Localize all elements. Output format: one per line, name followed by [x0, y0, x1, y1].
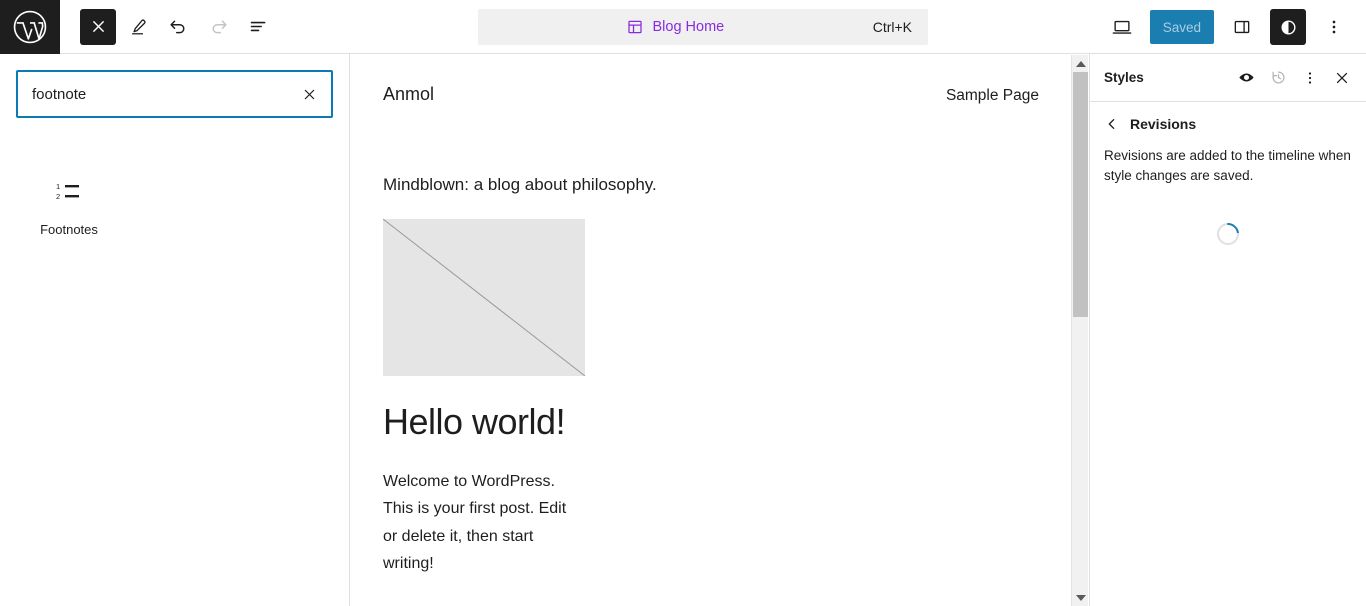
- svg-text:2: 2: [56, 192, 60, 201]
- toolbar-left-group: [60, 8, 276, 45]
- document-overview-icon[interactable]: [240, 9, 276, 45]
- contrast-styles-icon[interactable]: [1270, 9, 1306, 45]
- revisions-section-title: Revisions: [1130, 116, 1197, 132]
- search-input[interactable]: [18, 72, 331, 116]
- chevron-left-icon: [1104, 116, 1120, 132]
- command-center-label-group: Blog Home: [478, 18, 873, 36]
- post-body-text[interactable]: Welcome to WordPress. This is your first…: [383, 468, 583, 578]
- block-inserter-panel: 1 2 Footnotes: [0, 54, 350, 606]
- sidebar-panel-icon[interactable]: [1224, 9, 1260, 45]
- toolbar-right-group: Saved: [1104, 0, 1352, 54]
- desktop-view-icon[interactable]: [1104, 9, 1140, 45]
- broken-image-placeholder[interactable]: [383, 219, 585, 376]
- scrollbar-thumb[interactable]: [1073, 72, 1088, 317]
- command-center-title: Blog Home: [652, 19, 725, 35]
- block-item-footnotes[interactable]: 1 2 Footnotes: [16, 166, 122, 247]
- canvas-scrollbar[interactable]: [1071, 55, 1088, 606]
- loading-spinner-icon: [1090, 218, 1366, 249]
- wordpress-logo-icon[interactable]: [0, 0, 60, 54]
- ordered-list-icon: 1 2: [51, 174, 87, 210]
- eye-style-book-icon[interactable]: [1230, 62, 1262, 94]
- styles-sidebar: Styles Revisions Revisions are added to …: [1089, 54, 1366, 606]
- scroll-down-arrow-icon[interactable]: [1072, 589, 1089, 606]
- site-title[interactable]: Anmol: [383, 84, 434, 105]
- styles-panel-header: Styles: [1090, 54, 1366, 102]
- command-center-button[interactable]: Blog Home Ctrl+K: [478, 9, 928, 45]
- undo-icon[interactable]: [160, 9, 196, 45]
- redo-icon[interactable]: [200, 9, 236, 45]
- save-button[interactable]: Saved: [1149, 10, 1214, 44]
- revisions-back-header[interactable]: Revisions: [1090, 102, 1366, 138]
- post-block: Hello world! Welcome to WordPress. This …: [351, 195, 1071, 578]
- pencil-edit-icon[interactable]: [120, 9, 156, 45]
- editor-top-toolbar: Blog Home Ctrl+K Saved: [0, 0, 1366, 54]
- styles-panel-title: Styles: [1104, 70, 1144, 85]
- inserter-results: 1 2 Footnotes: [0, 118, 349, 247]
- revisions-description: Revisions are added to the timeline when…: [1104, 148, 1351, 184]
- revisions-history-icon[interactable]: [1262, 62, 1294, 94]
- command-center-shortcut: Ctrl+K: [872, 19, 912, 35]
- svg-text:1: 1: [56, 182, 60, 191]
- wordpress-site-editor: Blog Home Ctrl+K Saved footnote 1 2 Foot…: [0, 0, 1366, 606]
- three-dots-vertical-icon[interactable]: [1294, 62, 1326, 94]
- nav-item-sample-page[interactable]: Sample Page: [946, 87, 1039, 105]
- block-item-label: Footnotes: [40, 222, 98, 237]
- site-header: Anmol Sample Page: [351, 54, 1071, 105]
- site-tagline[interactable]: Mindblown: a blog about philosophy.: [351, 105, 1071, 195]
- template-layout-icon: [626, 18, 644, 36]
- close-styles-icon[interactable]: [1326, 62, 1358, 94]
- scroll-up-arrow-icon[interactable]: [1072, 55, 1089, 72]
- post-title[interactable]: Hello world!: [383, 402, 1039, 442]
- search-area: [0, 54, 349, 118]
- close-icon[interactable]: [80, 8, 116, 45]
- clear-search-icon[interactable]: [293, 78, 325, 110]
- three-dots-vertical-icon[interactable]: [1316, 9, 1352, 45]
- search-box[interactable]: [16, 70, 333, 118]
- editor-canvas: Anmol Sample Page Mindblown: a blog abou…: [351, 54, 1071, 606]
